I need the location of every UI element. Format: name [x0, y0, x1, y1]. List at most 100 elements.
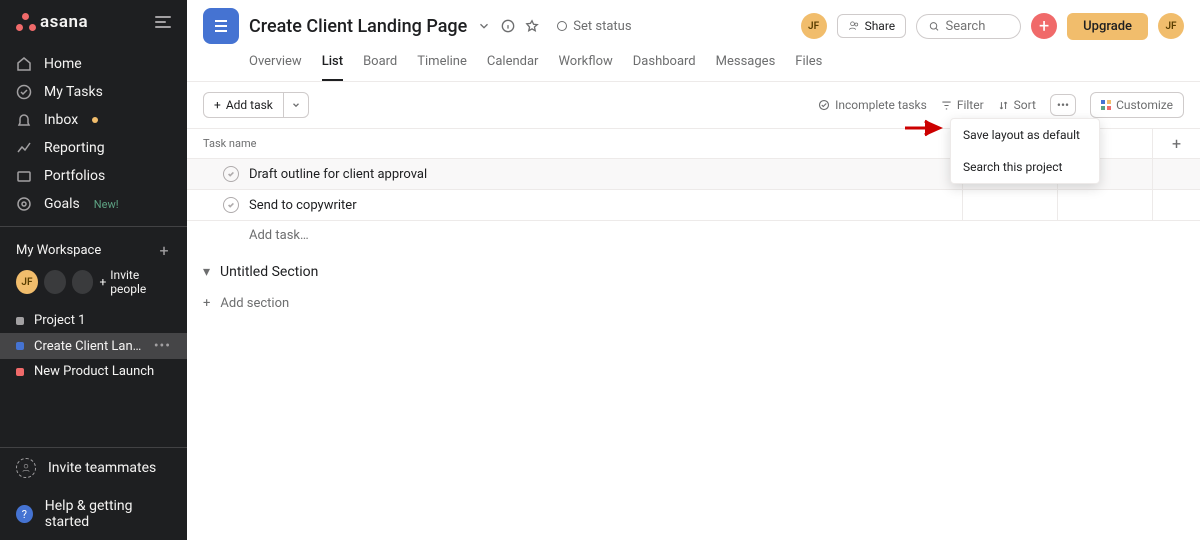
filter-icon [941, 100, 952, 111]
info-icon[interactable] [501, 19, 515, 33]
sort-icon [998, 100, 1009, 111]
task-name[interactable]: Send to copywriter [249, 198, 357, 213]
column-task-name[interactable]: Task name [187, 129, 962, 158]
help-button[interactable]: ? Help & getting started [0, 488, 187, 540]
menu-save-layout[interactable]: Save layout as default [951, 119, 1099, 151]
user-avatar[interactable]: JF [1158, 13, 1184, 39]
tab-files[interactable]: Files [795, 48, 822, 81]
sidebar-project[interactable]: Project 1 [0, 308, 187, 333]
sort-button[interactable]: Sort [998, 98, 1036, 112]
project-icon[interactable] [203, 8, 239, 44]
invite-label: Invite people [110, 268, 171, 296]
project-color-icon [16, 368, 24, 376]
task-name[interactable]: Draft outline for client approval [249, 167, 427, 182]
tab-timeline[interactable]: Timeline [417, 48, 467, 81]
tab-list[interactable]: List [322, 48, 343, 81]
nav-reporting[interactable]: Reporting [0, 134, 187, 162]
tab-overview[interactable]: Overview [249, 48, 302, 81]
section-title[interactable]: Untitled Section [220, 264, 318, 280]
nav-label: My Tasks [44, 84, 103, 100]
incomplete-label: Incomplete tasks [835, 98, 927, 112]
sidebar-project[interactable]: Create Client Landin… ••• [0, 333, 187, 359]
complete-task-checkbox[interactable] [223, 197, 239, 213]
add-task-label: Add task [226, 98, 273, 112]
list-toolbar: + Add task Incomplete tasks Filter Sort … [187, 82, 1200, 129]
project-name: Create Client Landin… [34, 339, 144, 354]
add-section-label: Add section [220, 296, 289, 311]
add-task-inline[interactable]: Add task… [187, 221, 1200, 250]
invite-teammates-label: Invite teammates [48, 460, 156, 476]
section-header[interactable]: ▾ Untitled Section [187, 250, 1200, 286]
more-options-button[interactable]: ••• [1050, 94, 1076, 116]
global-add-button[interactable]: + [1031, 13, 1057, 39]
bell-icon [16, 112, 32, 128]
grid-icon [1101, 100, 1111, 110]
tab-board[interactable]: Board [363, 48, 397, 81]
new-badge: New! [94, 198, 119, 211]
nav-portfolios[interactable]: Portfolios [0, 162, 187, 190]
task-cell-extra [1152, 190, 1200, 220]
task-cell-assignee[interactable] [962, 190, 1057, 220]
share-button[interactable]: Share [837, 14, 907, 38]
project-tabs: Overview List Board Timeline Calendar Wo… [249, 48, 1184, 81]
check-circle-icon [818, 99, 830, 111]
people-icon [848, 20, 860, 32]
invite-people-link[interactable]: + Invite people [99, 268, 171, 296]
member-avatar[interactable]: JF [801, 13, 827, 39]
add-section-button[interactable]: + Add section [187, 286, 1200, 321]
target-icon [16, 196, 32, 212]
chevron-down-icon [291, 100, 301, 110]
project-more-icon[interactable]: ••• [154, 338, 171, 354]
star-icon[interactable] [525, 19, 539, 33]
caret-down-icon[interactable]: ▾ [203, 264, 210, 280]
nav-inbox[interactable]: Inbox [0, 106, 187, 134]
add-column-button[interactable]: + [1152, 129, 1200, 158]
customize-button[interactable]: Customize [1090, 92, 1184, 118]
nav-goals[interactable]: Goals New! [0, 190, 187, 218]
nav-my-tasks[interactable]: My Tasks [0, 78, 187, 106]
add-task-main[interactable]: + Add task [204, 93, 284, 117]
search-box[interactable] [916, 14, 1021, 39]
search-input[interactable] [945, 19, 1008, 34]
tab-messages[interactable]: Messages [716, 48, 776, 81]
complete-task-checkbox[interactable] [223, 166, 239, 182]
set-status-button[interactable]: Set status [557, 19, 631, 34]
add-task-button: + Add task [203, 92, 309, 118]
tab-calendar[interactable]: Calendar [487, 48, 539, 81]
chevron-down-icon[interactable] [477, 19, 491, 33]
upgrade-button[interactable]: Upgrade [1067, 13, 1148, 40]
add-project-icon[interactable]: + [157, 244, 171, 258]
menu-search-project[interactable]: Search this project [951, 151, 1099, 183]
annotation-arrow-icon [905, 118, 945, 138]
more-icon: ••• [1057, 98, 1069, 112]
asana-logo[interactable]: asana [16, 12, 88, 32]
filter-button[interactable]: Filter [941, 98, 984, 112]
check-circle-icon [16, 84, 32, 100]
set-status-label: Set status [573, 19, 631, 34]
help-icon: ? [16, 505, 33, 523]
nav-home[interactable]: Home [0, 50, 187, 78]
task-cell-due[interactable] [1057, 190, 1152, 220]
invite-teammates-button[interactable]: Invite teammates [0, 448, 187, 488]
nav-label: Portfolios [44, 168, 105, 184]
project-title[interactable]: Create Client Landing Page [249, 16, 467, 37]
project-header: Create Client Landing Page Set status JF… [187, 0, 1200, 82]
avatar-placeholder [72, 270, 94, 294]
task-row[interactable]: Send to copywriter [187, 190, 1200, 221]
tab-workflow[interactable]: Workflow [558, 48, 612, 81]
sidebar-project[interactable]: New Product Launch [0, 359, 187, 384]
asana-logo-icon [16, 13, 36, 31]
workspace-title[interactable]: My Workspace [16, 243, 101, 258]
task-cell-extra [1152, 159, 1200, 189]
project-name: Project 1 [34, 313, 171, 328]
collapse-sidebar-icon[interactable] [155, 16, 171, 28]
help-label: Help & getting started [45, 498, 171, 530]
avatar[interactable]: JF [16, 270, 38, 294]
incomplete-tasks-filter[interactable]: Incomplete tasks [818, 98, 927, 112]
sort-label: Sort [1014, 98, 1036, 112]
add-task-dropdown[interactable] [284, 93, 308, 117]
chart-icon [16, 140, 32, 156]
sidebar: asana Home My Tasks Inbox Reporting Port… [0, 0, 187, 540]
main-content: Create Client Landing Page Set status JF… [187, 0, 1200, 540]
tab-dashboard[interactable]: Dashboard [633, 48, 696, 81]
